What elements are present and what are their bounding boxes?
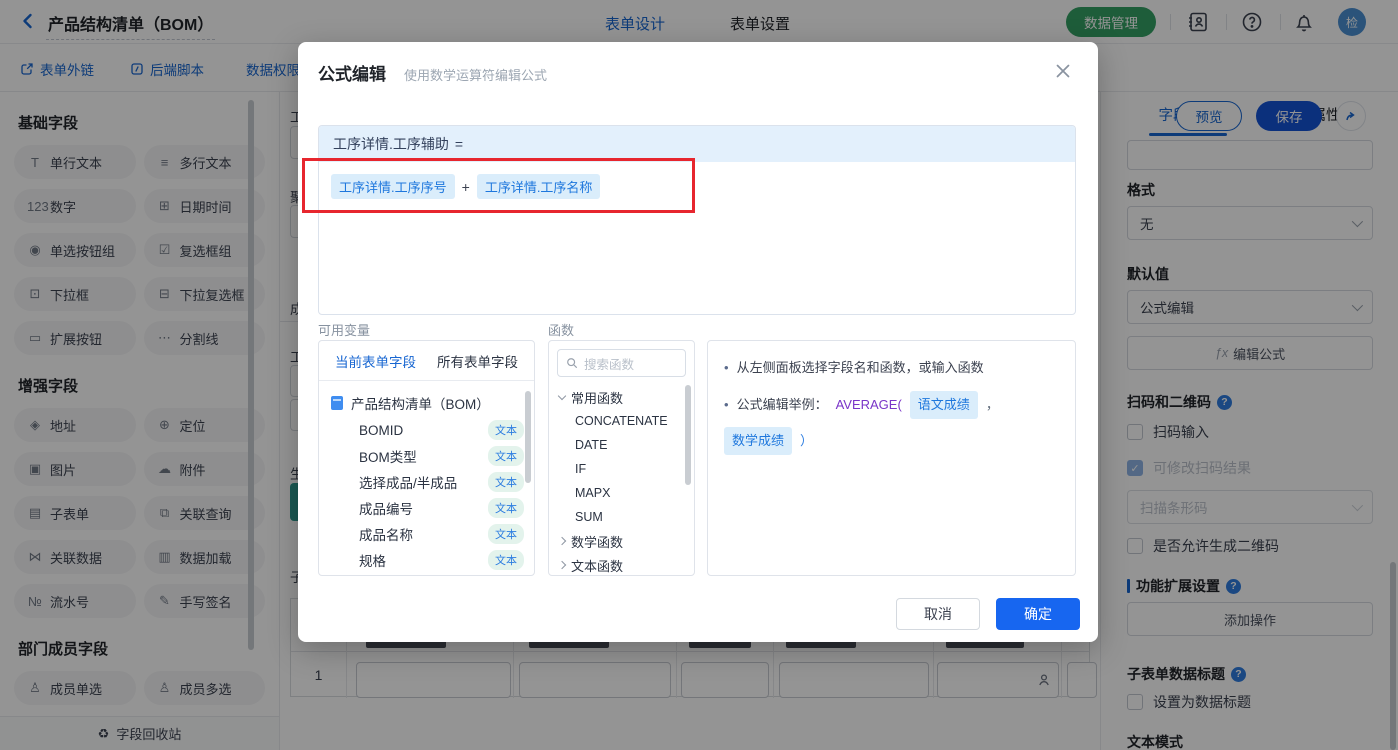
function-group-text[interactable]: 文本函数: [549, 553, 694, 575]
function-search-input[interactable]: 搜索函数: [557, 349, 686, 377]
variable-row[interactable]: 选择成品/半成品 文本: [319, 469, 534, 495]
equals-sign: =: [454, 136, 464, 152]
formula-target: 工序详情.工序辅助: [333, 136, 449, 152]
variable-name: 成品名称: [359, 528, 413, 543]
functions-label: 函数: [548, 323, 575, 338]
variable-name: BOM类型: [359, 450, 417, 465]
variable-name: 选择成品/半成品: [359, 476, 458, 491]
variable-type-badge: 文本: [488, 498, 524, 518]
variable-type-badge: 文本: [488, 446, 524, 466]
variable-name: 成品编号: [359, 502, 413, 517]
app-window: 产品结构清单（BOM） 表单设计 表单设置 数据管理 检 表单外链 后端脚本 数…: [0, 0, 1398, 750]
functions-panel: 搜索函数 常用函数 CONCATENATE DATE IF MAPX SUM 数…: [548, 340, 695, 576]
bullet: •: [724, 397, 729, 412]
function-item[interactable]: DATE: [549, 433, 694, 457]
function-item[interactable]: CONCATENATE: [549, 409, 694, 433]
formula-token[interactable]: 工序详情.工序序号: [331, 174, 455, 199]
tip-example-line: • 公式编辑举例： AVERAGE( 语文成绩 ， 数学成绩 ）: [708, 385, 1075, 461]
example-function-name: AVERAGE(: [835, 397, 902, 412]
form-tree-root[interactable]: 产品结构清单（BOM）: [319, 381, 534, 417]
variables-tabs: 当前表单字段 所有表单字段: [319, 341, 534, 381]
variable-row[interactable]: BOMID 文本: [319, 417, 534, 443]
search-icon: [567, 358, 578, 369]
function-item[interactable]: SUM: [549, 505, 694, 529]
chevron-down-icon: [557, 391, 567, 400]
bullet: •: [724, 360, 729, 375]
chevron-right-icon: [557, 536, 567, 546]
confirm-button[interactable]: 确定: [996, 598, 1080, 630]
variable-type-badge: 文本: [488, 550, 524, 570]
tab-current-form-fields[interactable]: 当前表单字段: [335, 351, 416, 371]
chevron-right-icon: [557, 560, 567, 570]
function-group-common[interactable]: 常用函数: [549, 385, 694, 409]
variable-type-badge: 文本: [488, 472, 524, 492]
variable-name: BOMID: [359, 422, 404, 438]
example-field-chip: 数学成绩: [724, 427, 793, 455]
function-list: CONCATENATE DATE IF MAPX SUM: [549, 409, 694, 529]
variable-row[interactable]: 成品编号 文本: [319, 495, 534, 521]
functions-scrollbar[interactable]: [685, 385, 691, 485]
tab-all-form-fields[interactable]: 所有表单字段: [437, 351, 518, 371]
example-field-chip: 语文成绩: [909, 391, 978, 419]
variable-type-badge: 文本: [488, 524, 524, 544]
formula-edit-dialog: 公式编辑 使用数学运算符编辑公式 工序详情.工序辅助 = 工序详情.工序序号 +…: [298, 42, 1098, 642]
variables-list: BOMID 文本 BOM类型 文本 选择成品/半成品 文本 成品编号 文本 成品…: [319, 417, 534, 573]
formula-target-row: 工序详情.工序辅助 =: [319, 126, 1075, 162]
variables-scrollbar[interactable]: [525, 391, 531, 483]
variables-label: 可用变量: [318, 323, 371, 338]
variables-panel: 当前表单字段 所有表单字段 产品结构清单（BOM） BOMID 文本 BOM类型: [318, 340, 535, 576]
tips-panel: • 从左侧面板选择字段名和函数，或输入函数 • 公式编辑举例： AVERAGE(…: [707, 340, 1076, 576]
variable-row[interactable]: 规格 文本: [319, 547, 534, 573]
cancel-button[interactable]: 取消: [896, 598, 980, 630]
form-doc-icon: [331, 396, 343, 410]
variable-row[interactable]: BOM类型 文本: [319, 443, 534, 469]
example-close-paren: ）: [800, 433, 814, 448]
formula-operator: +: [461, 178, 470, 195]
formula-expression[interactable]: 工序详情.工序序号 + 工序详情.工序名称: [319, 162, 1075, 211]
variable-row[interactable]: 成品名称 文本: [319, 521, 534, 547]
dialog-title: 公式编辑: [318, 65, 386, 84]
close-icon[interactable]: [1052, 60, 1074, 82]
function-group-math[interactable]: 数学函数: [549, 529, 694, 553]
variable-name: 规格: [359, 554, 386, 569]
function-item[interactable]: MAPX: [549, 481, 694, 505]
example-comma: ，: [985, 397, 999, 412]
formula-token[interactable]: 工序详情.工序名称: [476, 174, 601, 199]
variable-type-badge: 文本: [488, 420, 524, 440]
dialog-subtitle: 使用数学运算符编辑公式: [404, 68, 548, 83]
search-placeholder: 搜索函数: [584, 357, 635, 372]
tip-line: • 从左侧面板选择字段名和函数，或输入函数: [708, 341, 1075, 385]
function-item[interactable]: IF: [549, 457, 694, 481]
formula-editor[interactable]: 工序详情.工序辅助 = 工序详情.工序序号 + 工序详情.工序名称: [318, 125, 1076, 315]
